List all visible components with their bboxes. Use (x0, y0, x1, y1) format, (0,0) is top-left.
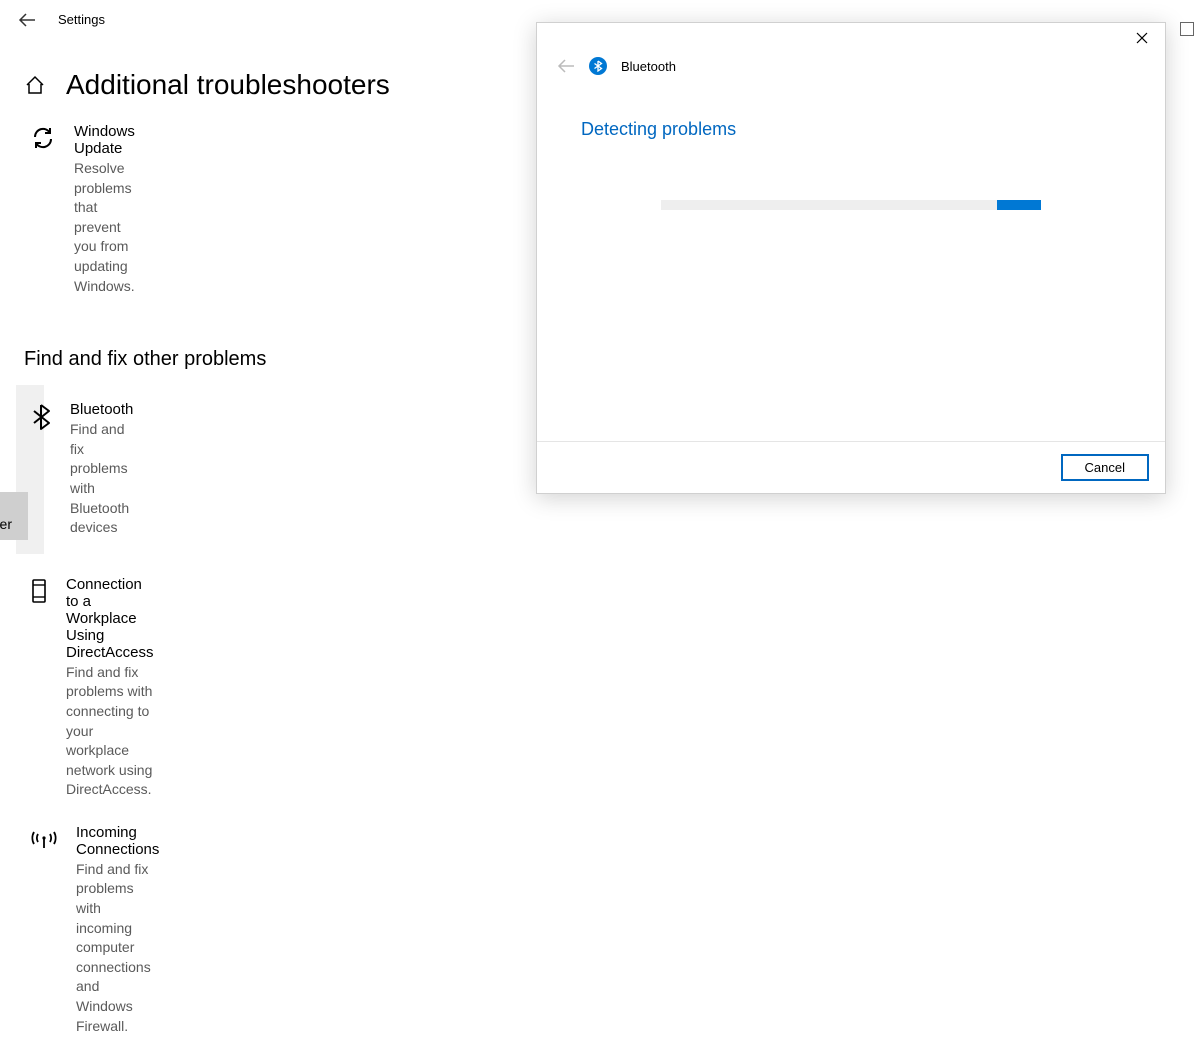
troubleshooter-title: Bluetooth (70, 401, 133, 418)
dialog-footer: Cancel (537, 441, 1165, 493)
troubleshooter-incoming-connections[interactable]: Incoming Connections Find and fix proble… (16, 812, 44, 1048)
dialog-body: Detecting problems (537, 89, 1165, 441)
sync-icon (30, 123, 56, 151)
bluetooth-icon (30, 401, 52, 431)
progress-bar (997, 200, 1041, 210)
signal-icon (30, 824, 58, 850)
topbar-title: Settings (58, 12, 105, 27)
troubleshooter-title: Windows Update (74, 123, 135, 157)
troubleshooter-desc: Find and fix problems with incoming comp… (76, 860, 159, 1036)
troubleshooter-dialog: Bluetooth Detecting problems Cancel (536, 22, 1166, 494)
back-icon[interactable] (18, 13, 36, 27)
close-icon[interactable] (1119, 23, 1165, 53)
home-icon[interactable] (24, 74, 46, 96)
cancel-button[interactable]: Cancel (1061, 454, 1149, 481)
dialog-topbar (537, 23, 1165, 57)
bluetooth-badge-icon (589, 57, 607, 75)
troubleshooter-windows-update[interactable]: Windows Update Resolve problems that pre… (16, 111, 44, 308)
dialog-back-icon (557, 59, 575, 73)
troubleshooter-desc: Resolve problems that prevent you from u… (74, 159, 135, 296)
page-title: Additional troubleshooters (66, 69, 390, 101)
troubleshooter-bluetooth[interactable]: Bluetooth Find and fix problems with Blu… (16, 385, 44, 554)
dialog-header: Bluetooth (537, 57, 1165, 89)
dialog-title: Bluetooth (621, 59, 676, 74)
troubleshooter-desc: Find and fix problems with connecting to… (66, 663, 154, 800)
maximize-icon[interactable] (1180, 22, 1194, 36)
progress-track (661, 200, 1041, 210)
run-troubleshooter-button[interactable]: Run the troubleshooter (0, 492, 28, 540)
dialog-status: Detecting problems (581, 119, 1121, 140)
troubleshooter-title: Incoming Connections (76, 824, 159, 858)
troubleshooter-desc: Find and fix problems with Bluetooth dev… (70, 420, 133, 538)
troubleshooter-directaccess[interactable]: Connection to a Workplace Using DirectAc… (16, 564, 44, 812)
troubleshooter-title: Connection to a Workplace Using DirectAc… (66, 576, 154, 661)
